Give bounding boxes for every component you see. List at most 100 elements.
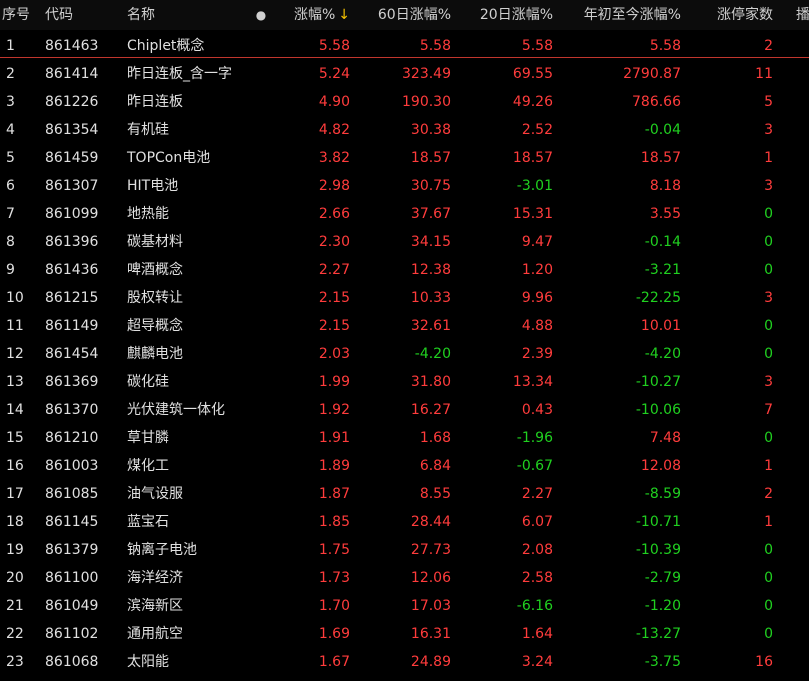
change-60d: 24.89 [410, 654, 451, 670]
change-20d: 1.20 [521, 262, 553, 278]
row-index: 7 [6, 206, 15, 222]
column-header-truncated[interactable]: 播 [796, 0, 809, 30]
change-ytd: -0.14 [644, 234, 681, 250]
column-header-change-pct[interactable]: 涨幅% ↓ [280, 0, 350, 30]
change-pct: 4.82 [318, 122, 350, 138]
stock-code: 861085 [45, 486, 99, 502]
table-row[interactable]: 18 861145 蓝宝石 1.85 28.44 6.07 -10.71 1 [0, 508, 809, 536]
limit-up-count: 0 [764, 430, 773, 446]
change-60d: 323.49 [402, 66, 451, 82]
change-pct-label: 涨幅% [293, 7, 336, 23]
limit-up-count: 0 [764, 346, 773, 362]
concept-name: 太阳能 [127, 654, 169, 670]
change-pct: 3.82 [318, 150, 350, 166]
change-ytd: -4.20 [644, 346, 681, 362]
table-row[interactable]: 9 861436 啤酒概念 2.27 12.38 1.20 -3.21 0 [0, 256, 809, 284]
change-pct: 2.15 [318, 290, 350, 306]
change-pct: 1.73 [318, 570, 350, 586]
table-row[interactable]: 2 861414 昨日连板_含一字 5.24 323.49 69.55 2790.87 11 [0, 60, 809, 88]
table-row[interactable]: 1 861463 Chiplet概念 5.58 5.58 5.58 5.58 2 [0, 32, 809, 60]
change-20d: 9.96 [521, 290, 553, 306]
concept-ranking-table: 序号 代码 名称 ● 涨幅% ↓ 60日涨幅% 20日涨幅% 年初至今涨幅% 涨停… [0, 0, 809, 681]
stock-code: 861102 [45, 626, 99, 642]
change-20d: 2.39 [521, 346, 553, 362]
table-row[interactable]: 16 861003 煤化工 1.89 6.84 -0.67 12.08 1 [0, 452, 809, 480]
table-row[interactable]: 22 861102 通用航空 1.69 16.31 1.64 -13.27 0 [0, 620, 809, 648]
change-pct: 5.58 [318, 38, 350, 54]
change-60d: 5.58 [419, 38, 451, 54]
table-row[interactable]: 11 861149 超导概念 2.15 32.61 4.88 10.01 0 [0, 312, 809, 340]
limit-up-count: 1 [764, 150, 773, 166]
stock-code: 861354 [45, 122, 99, 138]
column-header-code[interactable]: 代码 [45, 0, 115, 30]
limit-up-count: 0 [764, 570, 773, 586]
change-ytd: -2.79 [644, 570, 681, 586]
column-header-20d-change[interactable]: 20日涨幅% [455, 0, 553, 30]
column-header-ytd-change[interactable]: 年初至今涨幅% [560, 0, 681, 30]
stock-code: 861149 [45, 318, 99, 334]
change-60d: 12.06 [410, 570, 451, 586]
table-row[interactable]: 20 861100 海洋经济 1.73 12.06 2.58 -2.79 0 [0, 564, 809, 592]
table-row[interactable]: 10 861215 股权转让 2.15 10.33 9.96 -22.25 3 [0, 284, 809, 312]
limit-up-count: 16 [755, 654, 773, 670]
column-header-limit-up-count[interactable]: 涨停家数 [698, 0, 773, 30]
stock-code: 861436 [45, 262, 99, 278]
change-60d: 28.44 [410, 514, 451, 530]
table-row[interactable]: 12 861454 麒麟电池 2.03 -4.20 2.39 -4.20 0 [0, 340, 809, 368]
change-20d: -3.01 [516, 178, 553, 194]
concept-name: 超导概念 [127, 318, 183, 334]
change-ytd: -3.21 [644, 262, 681, 278]
table-row[interactable]: 7 861099 地热能 2.66 37.67 15.31 3.55 0 [0, 200, 809, 228]
watch-dot-icon[interactable]: ● [254, 0, 268, 30]
concept-name: 光伏建筑一体化 [127, 402, 225, 418]
row-index: 19 [6, 542, 24, 558]
table-row[interactable]: 4 861354 有机硅 4.82 30.38 2.52 -0.04 3 [0, 116, 809, 144]
table-row[interactable]: 3 861226 昨日连板 4.90 190.30 49.26 786.66 5 [0, 88, 809, 116]
row-index: 20 [6, 570, 24, 586]
change-60d: 32.61 [410, 318, 451, 334]
limit-up-count: 2 [764, 486, 773, 502]
change-20d: 5.58 [521, 38, 553, 54]
change-ytd: -3.75 [644, 654, 681, 670]
change-ytd: 12.08 [640, 458, 681, 474]
concept-name: Chiplet概念 [127, 38, 205, 54]
change-pct: 4.90 [318, 94, 350, 110]
table-row[interactable]: 13 861369 碳化硅 1.99 31.80 13.34 -10.27 3 [0, 368, 809, 396]
change-pct: 1.87 [318, 486, 350, 502]
change-pct: 2.15 [318, 318, 350, 334]
change-20d: 18.57 [512, 150, 553, 166]
change-pct: 2.03 [318, 346, 350, 362]
change-ytd: 8.18 [649, 178, 681, 194]
change-ytd: -0.04 [644, 122, 681, 138]
row-index: 9 [6, 262, 15, 278]
concept-name: 地热能 [127, 206, 169, 222]
limit-up-count: 1 [764, 514, 773, 530]
change-20d: 6.07 [521, 514, 553, 530]
table-row[interactable]: 5 861459 TOPCon电池 3.82 18.57 18.57 18.57 1 [0, 144, 809, 172]
concept-name: 煤化工 [127, 458, 169, 474]
change-20d: 13.34 [512, 374, 553, 390]
table-row[interactable]: 8 861396 碳基材料 2.30 34.15 9.47 -0.14 0 [0, 228, 809, 256]
limit-up-count: 0 [764, 206, 773, 222]
change-pct: 1.75 [318, 542, 350, 558]
change-60d: 27.73 [410, 542, 451, 558]
table-row[interactable]: 23 861068 太阳能 1.67 24.89 3.24 -3.75 16 [0, 648, 809, 676]
table-row[interactable]: 21 861049 滨海新区 1.70 17.03 -6.16 -1.20 0 [0, 592, 809, 620]
change-pct: 1.85 [318, 514, 350, 530]
row-index: 14 [6, 402, 24, 418]
change-ytd: -8.59 [644, 486, 681, 502]
change-60d: 10.33 [410, 290, 451, 306]
table-row[interactable]: 14 861370 光伏建筑一体化 1.92 16.27 0.43 -10.06 7 [0, 396, 809, 424]
concept-name: 海洋经济 [127, 570, 183, 586]
column-header-index[interactable]: 序号 [2, 0, 32, 30]
limit-up-count: 3 [764, 290, 773, 306]
change-ytd: 3.55 [649, 206, 681, 222]
table-row[interactable]: 6 861307 HIT电池 2.98 30.75 -3.01 8.18 3 [0, 172, 809, 200]
table-row[interactable]: 15 861210 草甘膦 1.91 1.68 -1.96 7.48 0 [0, 424, 809, 452]
column-header-60d-change[interactable]: 60日涨幅% [355, 0, 451, 30]
stock-code: 861454 [45, 346, 99, 362]
change-20d: -6.16 [516, 598, 553, 614]
change-20d: 2.58 [521, 570, 553, 586]
table-row[interactable]: 17 861085 油气设服 1.87 8.55 2.27 -8.59 2 [0, 480, 809, 508]
table-row[interactable]: 19 861379 钠离子电池 1.75 27.73 2.08 -10.39 0 [0, 536, 809, 564]
